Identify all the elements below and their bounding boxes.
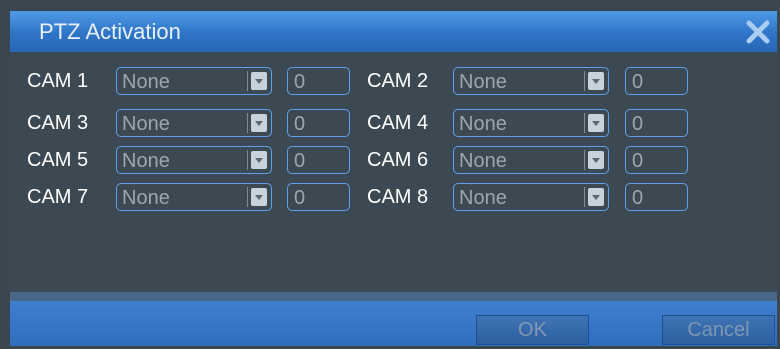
chevron-down-icon[interactable]	[588, 188, 604, 206]
divider	[584, 150, 585, 170]
divider	[584, 71, 585, 91]
cam-4-protocol-select[interactable]: None	[453, 109, 609, 137]
divider	[247, 187, 248, 207]
close-icon[interactable]	[745, 19, 771, 45]
select-value: None	[122, 150, 170, 172]
cam-2-protocol-select[interactable]: None	[453, 67, 609, 95]
field-value: 0	[632, 150, 644, 172]
ptz-activation-dialog: PTZ Activation CAM 1 None 0 CAM 2 None 0…	[0, 0, 780, 349]
cam-1-protocol-select[interactable]: None	[116, 67, 272, 95]
divider	[584, 113, 585, 133]
dialog-title: PTZ Activation	[39, 19, 181, 44]
cam-label: CAM 8	[367, 186, 429, 208]
cam-7-protocol-select[interactable]: None	[116, 183, 272, 211]
chevron-down-icon[interactable]	[588, 114, 604, 132]
field-value: 0	[632, 71, 644, 93]
select-value: None	[459, 71, 507, 93]
title-bar[interactable]: PTZ Activation	[10, 11, 777, 52]
cam-label: CAM 5	[27, 149, 89, 171]
field-value: 0	[294, 71, 306, 93]
ok-button[interactable]: OK	[476, 315, 589, 345]
cam-label: CAM 7	[27, 186, 89, 208]
cam-7-address-field[interactable]: 0	[287, 183, 350, 211]
cam-6-address-field[interactable]: 0	[625, 146, 688, 174]
cam-8-address-field[interactable]: 0	[625, 183, 688, 211]
cam-5-address-field[interactable]: 0	[287, 146, 350, 174]
chevron-down-icon[interactable]	[251, 114, 267, 132]
cam-5-protocol-select[interactable]: None	[116, 146, 272, 174]
cam-label: CAM 3	[27, 112, 89, 134]
chevron-down-icon[interactable]	[251, 72, 267, 90]
divider	[584, 187, 585, 207]
divider	[247, 150, 248, 170]
select-value: None	[122, 187, 170, 209]
select-value: None	[459, 150, 507, 172]
field-value: 0	[632, 113, 644, 135]
cam-1-address-field[interactable]: 0	[287, 67, 350, 95]
select-value: None	[459, 113, 507, 135]
cam-3-address-field[interactable]: 0	[287, 109, 350, 137]
chevron-down-icon[interactable]	[251, 188, 267, 206]
divider	[247, 71, 248, 91]
field-value: 0	[294, 113, 306, 135]
field-value: 0	[294, 150, 306, 172]
chevron-down-icon[interactable]	[251, 151, 267, 169]
select-value: None	[122, 113, 170, 135]
cam-4-address-field[interactable]: 0	[625, 109, 688, 137]
select-value: None	[459, 187, 507, 209]
panel-divider	[10, 292, 777, 301]
cam-6-protocol-select[interactable]: None	[453, 146, 609, 174]
cam-3-protocol-select[interactable]: None	[116, 109, 272, 137]
chevron-down-icon[interactable]	[588, 151, 604, 169]
cam-label: CAM 6	[367, 149, 429, 171]
divider	[247, 113, 248, 133]
cam-label: CAM 1	[27, 70, 89, 92]
field-value: 0	[294, 187, 306, 209]
camera-settings-panel: CAM 1 None 0 CAM 2 None 0 CAM 3 None 0 C…	[10, 52, 777, 300]
cam-label: CAM 4	[367, 112, 429, 134]
cancel-button[interactable]: Cancel	[662, 315, 775, 345]
select-value: None	[122, 71, 170, 93]
cam-label: CAM 2	[367, 70, 429, 92]
dialog-footer: OK Cancel	[10, 301, 777, 346]
field-value: 0	[632, 187, 644, 209]
chevron-down-icon[interactable]	[588, 72, 604, 90]
cam-8-protocol-select[interactable]: None	[453, 183, 609, 211]
cam-2-address-field[interactable]: 0	[625, 67, 688, 95]
